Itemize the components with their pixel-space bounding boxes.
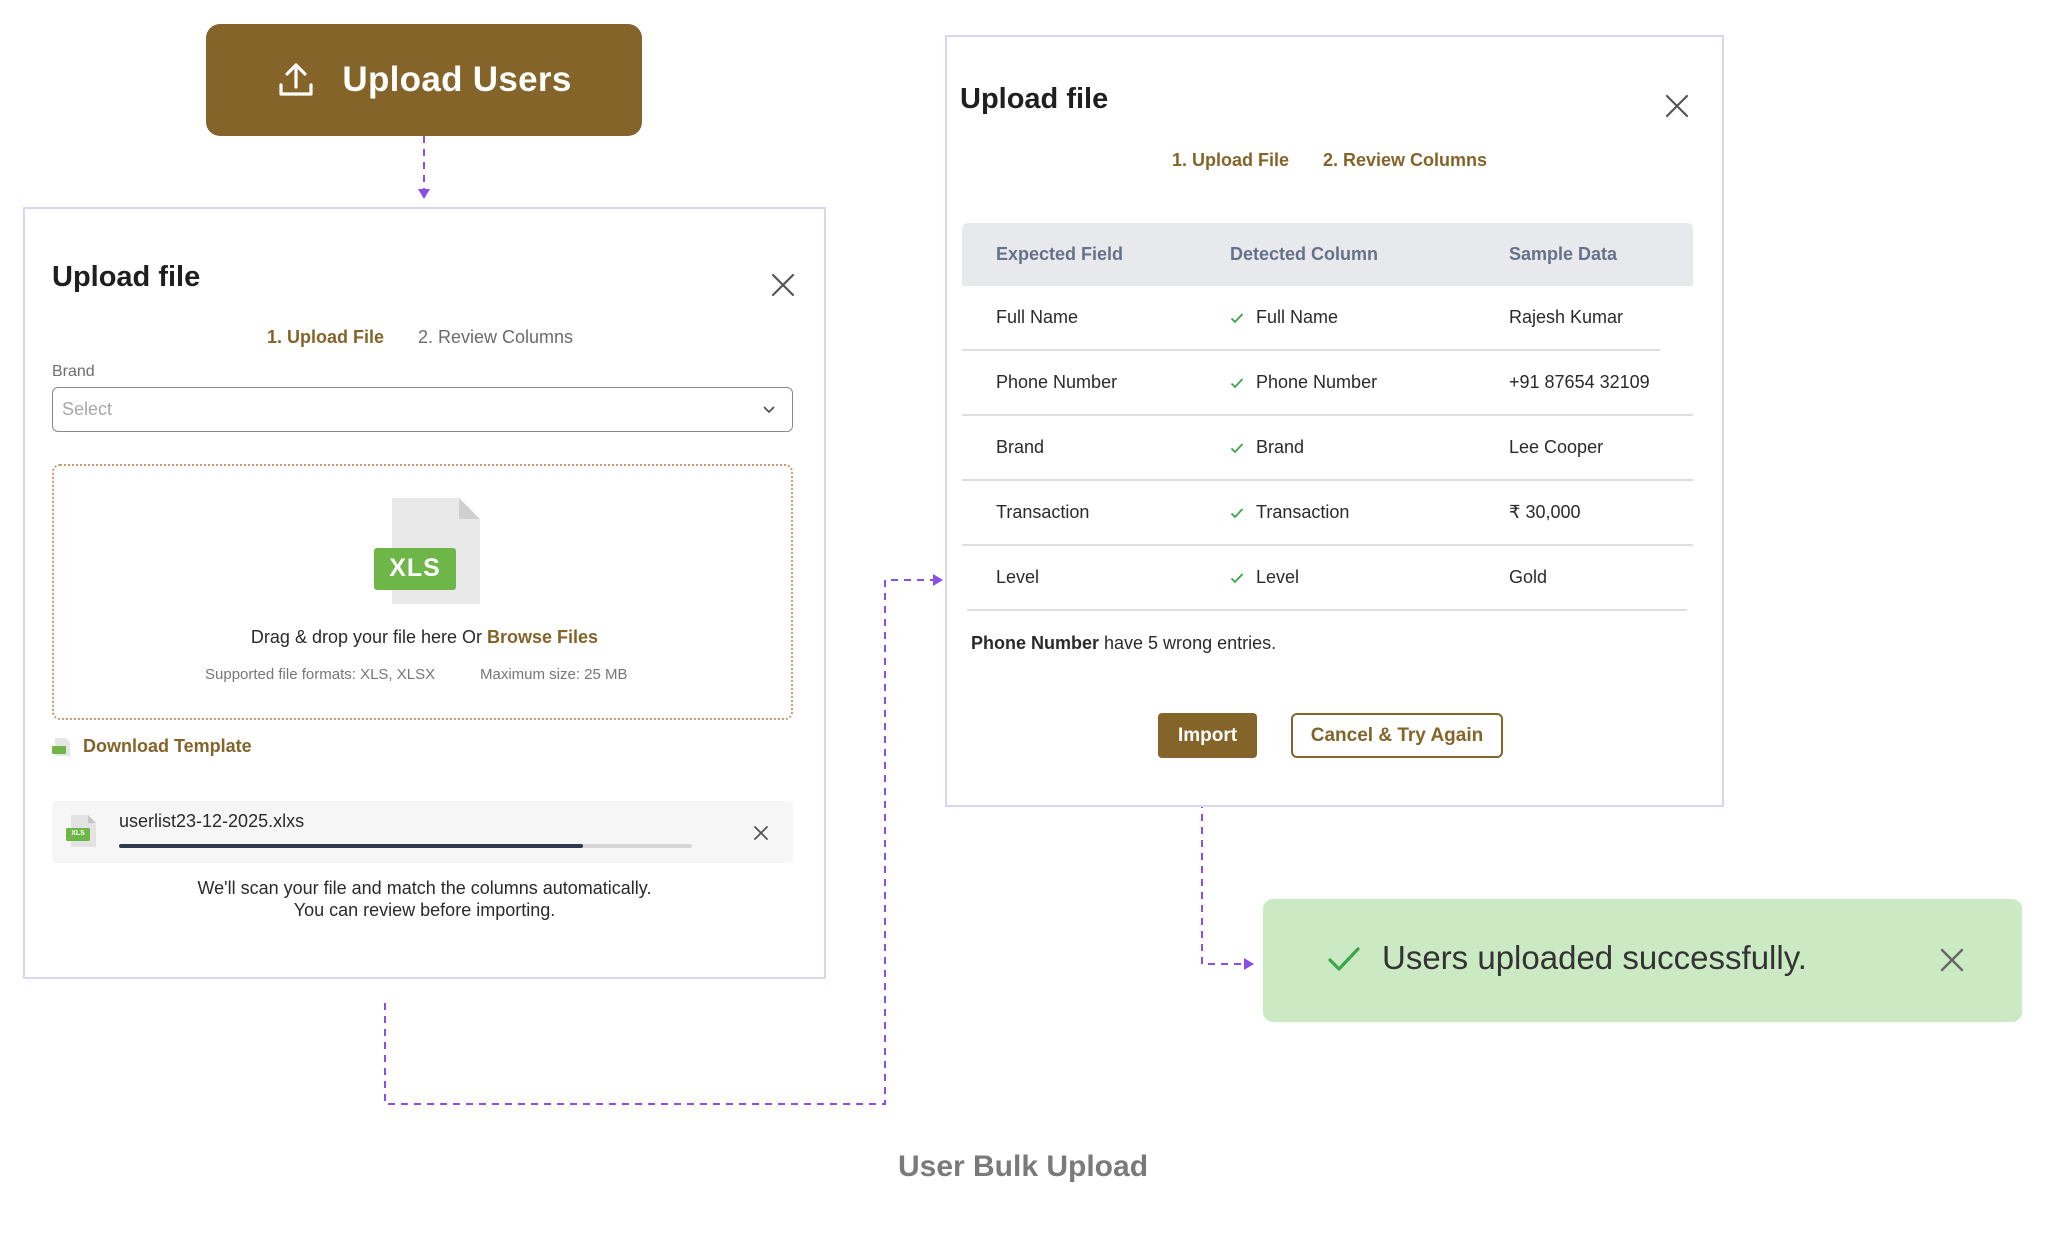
chevron-down-icon	[763, 405, 775, 413]
xls-badge-text: XLS	[389, 554, 441, 582]
brand-select[interactable]: Select	[52, 387, 793, 432]
download-template-link[interactable]: Download Template	[52, 736, 252, 757]
row-divider	[967, 609, 1687, 611]
step-upload-file[interactable]: 1. Upload File	[267, 327, 384, 348]
file-name: userlist23-12-2025.xlxs	[119, 811, 305, 831]
dialog-title: Upload file	[52, 261, 201, 293]
upload-file-dialog: Upload file 1. Upload File 2. Review Col…	[23, 207, 826, 979]
remove-file-icon[interactable]	[753, 825, 769, 841]
table-row: Transaction Transaction ₹ 30,000	[962, 480, 1693, 546]
page-caption: User Bulk Upload	[897, 1150, 1149, 1183]
cell-detected: Phone Number	[1256, 372, 1378, 392]
xls-file-icon: XLS	[374, 496, 486, 608]
upload-users-label: Upload Users	[342, 60, 572, 99]
upload-users-button[interactable]: Upload Users	[206, 24, 642, 136]
xls-file-small-icon: XLS	[66, 814, 98, 848]
cell-sample: Lee Cooper	[1509, 437, 1604, 457]
review-columns-dialog: Upload file 1. Upload File 2. Review Col…	[945, 35, 1724, 807]
cell-detected: Full Name	[1256, 307, 1339, 327]
warning-text: have 5 wrong entries.	[1099, 633, 1277, 653]
drag-drop-text: Drag & drop your file here Or Browse Fil…	[54, 627, 795, 648]
header-detected-column: Detected Column	[1230, 244, 1379, 264]
step-review-columns[interactable]: 2. Review Columns	[1323, 150, 1487, 171]
toast-message: Users uploaded successfully.	[1382, 939, 1807, 976]
step-upload-file[interactable]: 1. Upload File	[1172, 150, 1289, 171]
cell-expected: Brand	[996, 437, 1045, 457]
check-icon	[1230, 378, 1244, 389]
table-row: Phone Number Phone Number +91 87654 3210…	[962, 350, 1693, 416]
cell-detected: Brand	[1256, 437, 1305, 457]
check-icon	[1230, 443, 1244, 454]
cell-detected: Level	[1256, 567, 1300, 587]
close-toast-icon[interactable]	[1939, 947, 1965, 973]
close-icon[interactable]	[1663, 92, 1691, 120]
cancel-label: Cancel & Try Again	[1310, 724, 1484, 746]
cell-sample: Rajesh Kumar	[1509, 307, 1624, 327]
success-toast: Users uploaded successfully.	[1263, 899, 2022, 1022]
scan-info-line2: You can review before importing.	[293, 900, 556, 920]
upload-progress-track	[119, 844, 692, 848]
file-dropzone[interactable]: XLS Drag & drop your file here Or Browse…	[52, 464, 793, 720]
max-size: Maximum size: 25 MB	[480, 666, 628, 683]
import-label: Import	[1177, 724, 1238, 746]
xls-small-badge: XLS	[71, 830, 85, 837]
cancel-try-again-button[interactable]: Cancel & Try Again	[1291, 713, 1503, 758]
dialog-title: Upload file	[960, 83, 1109, 115]
xls-small-icon	[52, 737, 70, 756]
check-icon	[1230, 313, 1244, 324]
cell-expected: Level	[996, 567, 1040, 587]
cell-expected: Transaction	[996, 502, 1090, 522]
scan-info: We'll scan your file and match the colum…	[25, 877, 824, 921]
warning-field: Phone Number	[971, 633, 1100, 653]
header-sample-data: Sample Data	[1509, 244, 1618, 264]
cell-detected: Transaction	[1256, 502, 1350, 522]
close-icon[interactable]	[769, 271, 797, 299]
cell-expected: Full Name	[996, 307, 1079, 327]
supported-formats: Supported file formats: XLS, XLSX	[205, 666, 436, 683]
upload-icon	[279, 63, 313, 96]
phone-number-warning: Phone Number have 5 wrong entries.	[971, 633, 1276, 654]
check-icon	[1230, 573, 1244, 584]
brand-label: Brand	[52, 363, 95, 380]
uploaded-file-card: XLS userlist23-12-2025.xlxs	[52, 801, 793, 863]
scan-info-line1: We'll scan your file and match the colum…	[197, 878, 652, 898]
download-template-label: Download Template	[83, 736, 252, 756]
header-expected-field: Expected Field	[996, 244, 1124, 264]
upload-progress-fill	[119, 844, 584, 848]
table-row: Level Level Gold	[962, 545, 1693, 611]
columns-table-header: Expected Field Detected Column Sample Da…	[962, 223, 1693, 286]
cell-expected: Phone Number	[996, 372, 1118, 392]
cell-sample: Gold	[1509, 567, 1548, 587]
import-button[interactable]: Import	[1158, 713, 1257, 758]
step-review-columns[interactable]: 2. Review Columns	[418, 327, 573, 348]
check-icon	[1328, 947, 1360, 971]
check-icon	[1230, 508, 1244, 519]
table-row: Brand Brand Lee Cooper	[962, 415, 1693, 481]
browse-files-link[interactable]: Browse Files	[487, 627, 598, 647]
cell-sample: ₹ 30,000	[1509, 502, 1581, 522]
cell-sample: +91 87654 32109	[1509, 372, 1650, 392]
brand-select-placeholder: Select	[62, 399, 113, 419]
drag-drop-label: Drag & drop your file here Or	[250, 627, 488, 647]
table-row: Full Name Full Name Rajesh Kumar	[962, 286, 1693, 351]
